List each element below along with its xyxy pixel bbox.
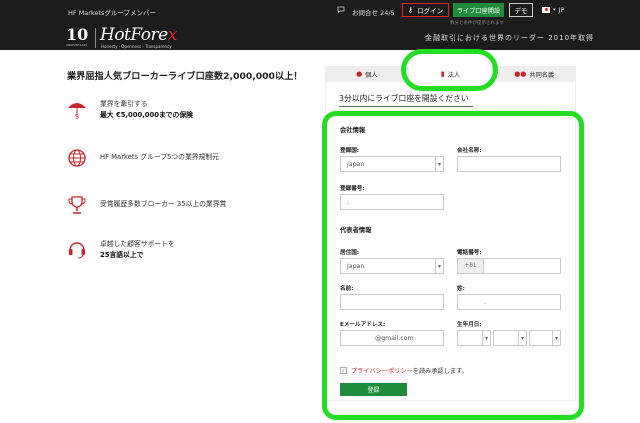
umbrella-dollar-icon: $ [67, 99, 87, 121]
key-icon: ⚷ [407, 6, 414, 14]
anniversary-sub: ANNIVERSARY [66, 43, 88, 47]
feature-line1: 卓越した顧客サポートを [100, 240, 175, 248]
form-highlight-outline [322, 111, 584, 420]
headline: 業界屈指人気ブローカーライブ口座数2,000,000以上！ [67, 71, 303, 82]
logo-tagline: Honesty · Openness · Transparency [101, 44, 172, 49]
logo-divider [95, 28, 96, 48]
feature-insurance: $ 業界を牽引する最大 €5,000,000までの保険 [67, 99, 193, 121]
language-label: JP [558, 6, 565, 14]
form-title: 3分以内にライブ口座を開設ください [339, 94, 469, 103]
headset-icon [67, 239, 87, 259]
globe-icon [67, 148, 87, 168]
anniversary-logo: 10 [66, 25, 89, 44]
svg-text:$: $ [75, 113, 79, 120]
hotforex-logo[interactable]: HotForex [100, 25, 177, 45]
feature-text: HF Markets グループ5つの業界規制元 [100, 153, 219, 161]
group-member-text: HF Marketsグループメンバー [68, 9, 157, 17]
feature-awards: 受賞履歴多数ブローカー 35以上の業界賞 [67, 195, 226, 215]
feature-text: 受賞履歴多数ブローカー 35以上の業界賞 [100, 200, 227, 208]
feature-line2: 最大 €5,000,000までの保険 [100, 111, 193, 119]
feature-line2: 25言語以上で [100, 251, 144, 259]
logo-x-text: x [167, 25, 178, 45]
demo-button[interactable]: デモ [509, 3, 533, 17]
feature-support: 卓越した顧客サポートを 25言語以上で [67, 239, 175, 259]
inquiry-link[interactable]: お問合せ 24/5 [352, 7, 395, 17]
trophy-icon [67, 195, 87, 215]
chat-icon[interactable] [337, 6, 345, 14]
feature-text: 卓越した顧客サポートを 25言語以上で [100, 239, 175, 261]
tab-joint[interactable]: ●● 共同名義 [492, 66, 577, 82]
leader-text: 金融取引における世界のリーダー 2010年取得 [425, 34, 595, 42]
language-selector[interactable]: ▾ JP [542, 6, 564, 14]
tab-individual[interactable]: ● 個人 [325, 66, 409, 82]
group-icon: ●● [514, 70, 527, 78]
feature-line1: 業界を牽引する [100, 100, 148, 108]
feature-text: 業界を牽引する最大 €5,000,000までの保険 [100, 99, 193, 121]
login-button[interactable]: ⚷ ログイン [402, 3, 449, 17]
tab-highlight-outline [401, 49, 498, 91]
feature-regulators: HF Markets グループ5つの業界規制元 [67, 148, 219, 168]
tab-label: 共同名義 [529, 71, 555, 79]
chevron-down-icon: ▾ [553, 7, 556, 13]
form-title-underline [339, 106, 473, 107]
person-icon: ● [356, 70, 363, 78]
open-live-account-button[interactable]: ライブ口座開設 [453, 3, 504, 17]
japan-flag-icon [542, 7, 550, 13]
live-account-subtext: 数分と条件が提示されます [450, 21, 504, 26]
login-label: ログイン [417, 7, 444, 15]
tab-label: 個人 [365, 71, 378, 79]
logo-main-text: HotFore [100, 25, 168, 45]
